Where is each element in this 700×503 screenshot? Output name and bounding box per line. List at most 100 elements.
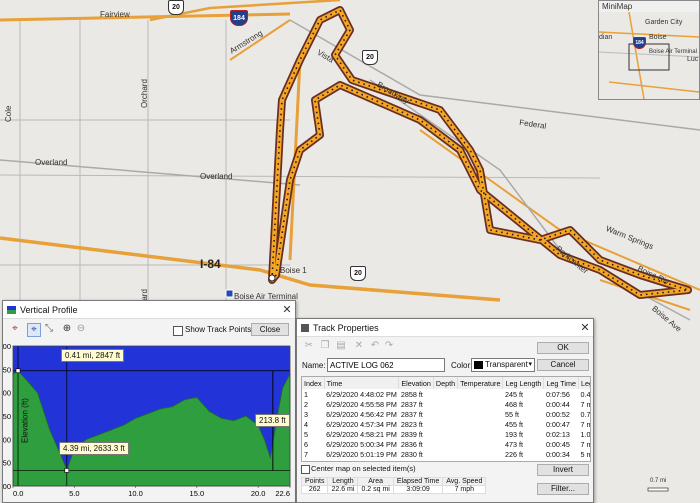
column-header[interactable]: Depth — [433, 377, 459, 389]
table-header-row: Index Time Elevation Depth Temperature Leg Le… — [302, 377, 590, 389]
table-row[interactable]: 6 6/29/2020 5:00:34 PM 2836 ft 473 ft 0:00:4… — [302, 439, 590, 449]
x-tick-label: 10.0 — [128, 489, 143, 498]
vertical-profile-title: Vertical Profile — [20, 304, 78, 315]
waypoint-boise1-label[interactable]: Boise 1 — [280, 266, 307, 275]
minimap-title: MiniMap — [602, 2, 633, 11]
orchard-label: Orchard — [140, 79, 149, 108]
table-cell: 1 — [304, 389, 308, 399]
track-name-input[interactable] — [327, 358, 445, 372]
close-icon[interactable]: ✕ — [279, 303, 295, 316]
elevation-point — [36, 392, 39, 394]
track-points-table[interactable]: Index Time Elevation Depth Temperature Leg Le… — [301, 376, 591, 462]
table-cell: 1.0 mph — [580, 429, 591, 439]
table-row[interactable]: 1 6/29/2020 4:48:02 PM 2858 ft 245 ft 0:07:5… — [302, 389, 590, 399]
column-header[interactable]: Leg Length — [502, 377, 545, 389]
paste-icon[interactable]: ▤ — [335, 340, 347, 352]
elevation-point — [85, 438, 88, 440]
table-row[interactable]: 5 6/29/2020 4:58:21 PM 2839 ft 193 ft 0:02:1… — [302, 429, 591, 439]
close-button[interactable]: Close — [251, 323, 289, 336]
elevation-point — [184, 399, 186, 401]
table-cell: 7 mph — [580, 419, 590, 429]
cancel-button[interactable]: Cancel — [537, 359, 589, 371]
y-tick-label: 2650 — [3, 459, 11, 468]
table-row[interactable]: 7 6/29/2020 5:01:19 PM 2830 ft 226 ft 0:00:3… — [302, 449, 590, 459]
track-properties-titlebar[interactable]: Track Properties ✕ — [297, 319, 593, 337]
minimap-garden-city-label: Garden City — [645, 19, 683, 26]
center-map-checkbox[interactable] — [301, 465, 310, 474]
table-cell: 3 — [304, 409, 308, 419]
table-cell: 7 mph — [580, 439, 590, 449]
table-cell: 6/29/2020 5:00:34 PM — [326, 439, 397, 449]
crosshair-blue-icon[interactable]: ⌖ — [27, 323, 41, 337]
redo-icon[interactable]: ↷ — [383, 340, 395, 352]
table-cell: 2858 ft — [400, 389, 423, 399]
vertical-profile-titlebar[interactable]: Vertical Profile ✕ — [3, 301, 295, 319]
copy-icon[interactable]: ❐ — [319, 340, 331, 352]
filter-button[interactable]: Filter... — [537, 483, 589, 495]
table-cell: 2836 ft — [400, 439, 423, 449]
column-header[interactable]: Time — [324, 377, 400, 389]
minimap-lucky-label: Luc — [687, 56, 699, 63]
elevation-point — [98, 434, 100, 436]
invert-button[interactable]: Invert — [537, 464, 589, 476]
table-row[interactable]: 3 6/29/2020 4:56:42 PM 2837 ft 55 ft 0:00:52… — [302, 409, 590, 419]
column-header[interactable]: Index — [302, 377, 325, 389]
measure-marker-bottom[interactable] — [64, 468, 70, 473]
summary-header: Length — [327, 477, 359, 486]
table-cell — [458, 389, 503, 399]
elevation-point — [171, 406, 173, 408]
table-cell: 55 ft — [504, 409, 519, 419]
table-row[interactable]: 2 6/29/2020 4:55:58 PM 2837 ft 468 ft 0:00:4… — [302, 399, 590, 409]
ok-button[interactable]: OK — [537, 342, 589, 354]
callout-difference: 213.8 ft — [255, 414, 290, 427]
undo-icon[interactable]: ↶ — [369, 340, 381, 352]
cut-icon[interactable]: ✂ — [303, 340, 315, 352]
column-header[interactable]: Leg Time — [543, 377, 580, 389]
overland-label-west: Overland — [35, 158, 68, 167]
y-tick-label: 2800 — [3, 389, 11, 398]
crosshair-red-icon[interactable]: ⌖ — [9, 323, 21, 335]
elevation-point — [55, 443, 57, 445]
interstate-label: I-84 — [200, 257, 221, 271]
table-cell: 5 — [304, 429, 308, 439]
elevation-profile-chart[interactable]: 2900 2850 2800 2750 2700 2650 26000.0 5.0 10.0 15… — [3, 341, 295, 502]
table-cell: 6/29/2020 4:58:21 PM — [326, 429, 397, 439]
zoom-in-icon[interactable]: ⊕ — [61, 323, 73, 335]
track-properties-window[interactable]: Track Properties ✕ ✂ ❐ ▤ ✕ ↶ ↷ Name: Col… — [296, 318, 594, 503]
column-header[interactable]: Leg Speed — [578, 377, 590, 389]
center-map-label: Center map on selected item(s) — [311, 464, 416, 473]
table-cell — [458, 419, 503, 429]
x-tick-label: 15.0 — [190, 489, 205, 498]
summary-value: 262 — [300, 485, 329, 494]
table-row[interactable]: 4 6/29/2020 4:57:34 PM 2823 ft 455 ft 0:00:4… — [302, 419, 590, 429]
zoom-out-icon[interactable]: ⊖ — [75, 323, 87, 335]
elevation-point — [61, 457, 63, 459]
zoom-region-icon[interactable]: ⤡ — [43, 323, 55, 335]
close-icon[interactable]: ✕ — [577, 321, 593, 334]
delete-icon[interactable]: ✕ — [353, 340, 365, 352]
table-cell — [433, 419, 457, 429]
minimap-meridian-label: dian — [599, 34, 613, 41]
table-cell — [433, 439, 457, 449]
table-cell: 0:00:34 — [545, 449, 570, 459]
column-header[interactable]: Elevation — [398, 377, 434, 389]
overland-label-east: Overland — [200, 172, 233, 181]
show-track-points-checkbox[interactable] — [173, 326, 183, 336]
table-cell: 7 — [304, 449, 308, 459]
table-cell — [433, 389, 457, 399]
color-select[interactable]: Transparent ▾ — [471, 358, 535, 372]
vertical-profile-window[interactable]: Vertical Profile ✕ ⌖ ⌖ ⤡ ⊕ ⊖ Show Track … — [2, 300, 296, 503]
us20-shield-icon: 20 — [168, 0, 184, 15]
callout-top: 0.41 mi, 2847 ft — [61, 349, 125, 362]
table-cell — [458, 409, 503, 419]
column-header[interactable]: Temperature — [457, 377, 504, 389]
table-cell — [458, 429, 503, 439]
y-tick-label: 2850 — [3, 365, 11, 374]
table-cell: 245 ft — [504, 389, 523, 399]
table-cell: 5 mph — [580, 449, 590, 459]
measure-marker-top[interactable] — [15, 368, 21, 374]
minimap-panel[interactable]: MiniMap Garden City Boise Boise Air Term… — [598, 0, 700, 100]
track-summary-table: Points Length Area Elapsed Time Avg. Speed 2… — [300, 477, 487, 494]
table-cell: 0:02:13 — [545, 429, 570, 439]
table-cell: 2823 ft — [400, 419, 423, 429]
